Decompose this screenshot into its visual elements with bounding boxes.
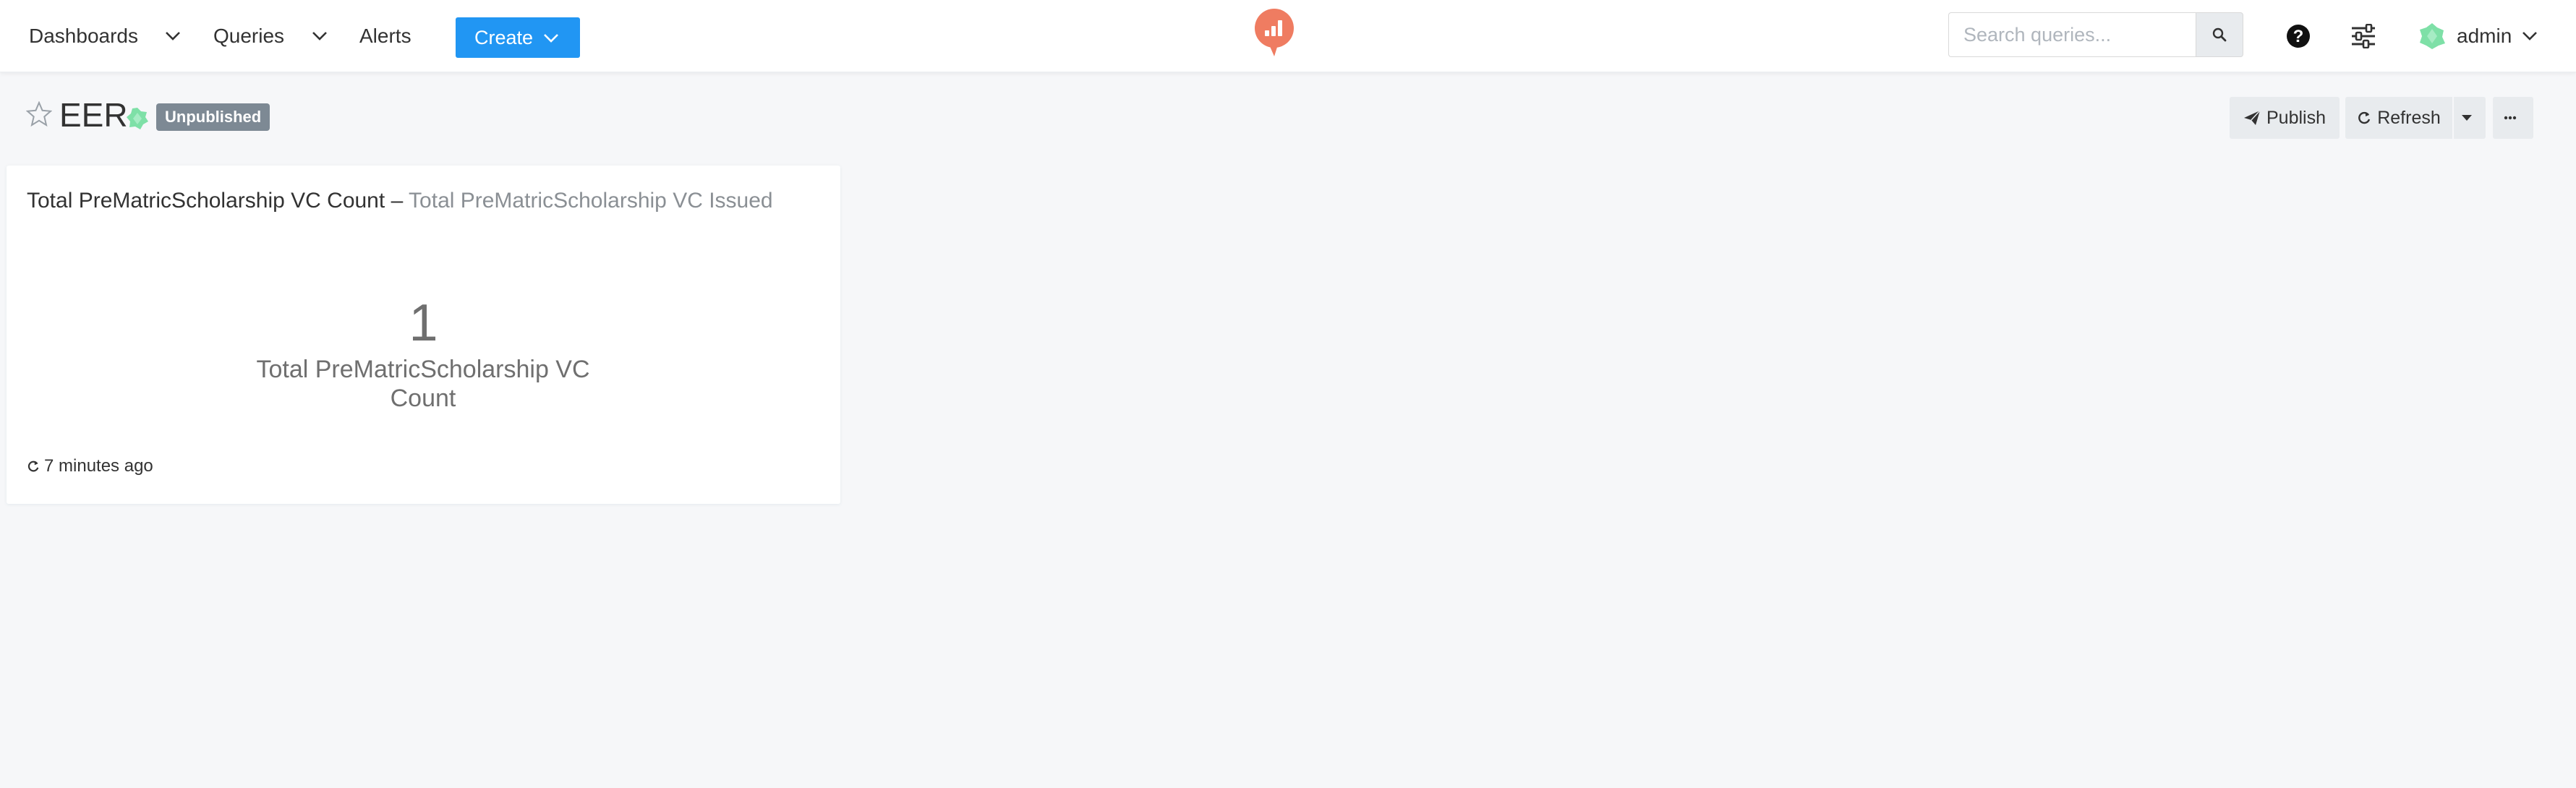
- nav-dashboards-label: Dashboards: [29, 25, 138, 47]
- create-button[interactable]: Create: [456, 17, 580, 58]
- status-badge: Unpublished: [156, 103, 270, 131]
- send-icon: [2244, 110, 2261, 125]
- chevron-down-icon: [312, 32, 327, 40]
- dashboard-header: EER Unpublished Publish Refresh: [0, 72, 2576, 159]
- counter-widget: Total PreMatricScholarship VC Count – To…: [7, 166, 840, 504]
- counter-label: Total PreMatricScholarship VC Count: [256, 356, 590, 412]
- search-button[interactable]: [2196, 12, 2243, 57]
- refresh-icon: [27, 461, 39, 472]
- settings-sliders-icon[interactable]: [2350, 24, 2376, 48]
- nav-queries[interactable]: Queries: [213, 22, 284, 51]
- user-menu[interactable]: admin: [2418, 20, 2538, 52]
- chevron-down-icon: [166, 32, 180, 40]
- svg-text:?: ?: [2293, 27, 2304, 46]
- widget-updated-time: 7 minutes ago: [44, 456, 153, 476]
- caret-down-icon: [2462, 115, 2472, 121]
- dashboards-dropdown-toggle[interactable]: [165, 28, 181, 44]
- nav-alerts[interactable]: Alerts: [359, 22, 411, 51]
- tag-icon: [127, 108, 148, 129]
- queries-dropdown-toggle[interactable]: [312, 28, 328, 44]
- publish-label: Publish: [2266, 107, 2326, 128]
- refresh-icon: [2358, 111, 2371, 124]
- widget-refresh-status[interactable]: 7 minutes ago: [27, 456, 153, 476]
- nav-queries-label: Queries: [213, 25, 285, 47]
- refresh-button[interactable]: Refresh: [2345, 97, 2452, 139]
- ellipsis-icon: [2504, 116, 2517, 120]
- refresh-schedule-dropdown[interactable]: [2454, 97, 2486, 139]
- nav-alerts-label: Alerts: [359, 25, 411, 47]
- search-box: [1948, 12, 2243, 57]
- more-options-button[interactable]: [2493, 97, 2533, 139]
- chevron-down-icon: [2522, 32, 2538, 40]
- avatar-icon: [2420, 23, 2445, 49]
- search-input[interactable]: [1948, 12, 2196, 57]
- counter-value: 1: [409, 294, 438, 352]
- star-icon[interactable]: [26, 101, 52, 127]
- user-name: admin: [2457, 25, 2512, 47]
- widget-title[interactable]: Total PreMatricScholarship VC Count – To…: [27, 187, 793, 214]
- search-icon: [2212, 27, 2227, 42]
- widget-title-separator: –: [391, 189, 404, 213]
- logo-icon[interactable]: [1253, 9, 1295, 56]
- refresh-label: Refresh: [2377, 107, 2441, 128]
- create-button-label: Create: [474, 26, 534, 48]
- publish-button[interactable]: Publish: [2230, 97, 2340, 139]
- nav-dashboards[interactable]: Dashboards: [29, 22, 138, 51]
- top-navbar: Dashboards Queries Alerts Create ?: [0, 0, 2576, 72]
- help-icon[interactable]: ?: [2286, 24, 2311, 48]
- page-title[interactable]: EER: [59, 95, 128, 134]
- widget-description: Total PreMatricScholarship VC Issued: [409, 189, 773, 213]
- chevron-down-icon: [544, 34, 558, 43]
- widget-query-name[interactable]: Total PreMatricScholarship VC Count: [27, 189, 385, 213]
